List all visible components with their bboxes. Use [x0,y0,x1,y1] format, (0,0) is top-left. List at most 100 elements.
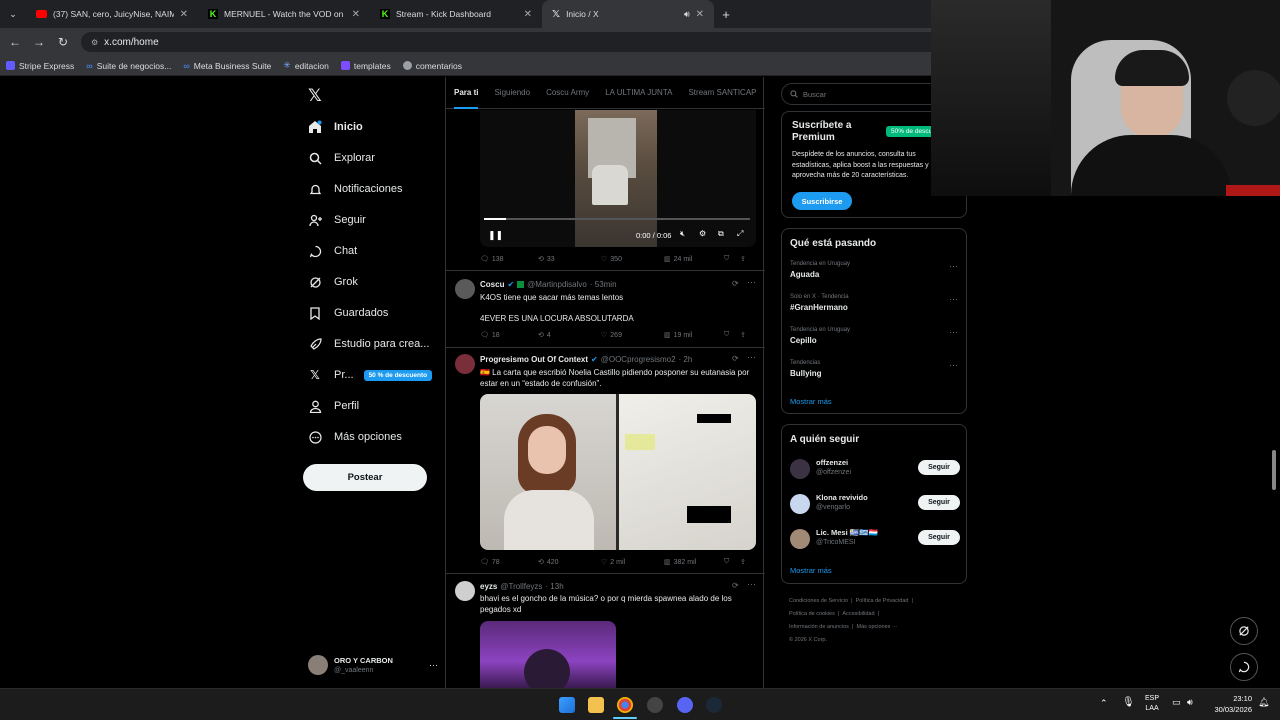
close-icon[interactable]: ✕ [352,9,360,20]
tweet-time[interactable]: · 2h [679,355,693,364]
nav-item-home[interactable]: Inicio [308,120,363,134]
follow-suggestion[interactable]: Klona revivido @vengarlo Seguir [790,492,960,514]
grok-icon[interactable]: ⟳ [732,581,739,590]
tweet[interactable]: Progresismo Out Of Context ✔ @OOCprogres… [446,348,765,568]
footer-link[interactable]: Política de Privacidad [856,598,909,604]
reply-button[interactable]: 🗨︎ 138 [480,255,538,264]
steam-icon[interactable] [706,697,722,713]
follow-suggestion[interactable]: offzenzei @offzenzei Seguir [790,457,960,479]
windows-start-icon[interactable] [559,697,575,713]
nav-item-more[interactable]: Más opciones [308,430,402,444]
microphone-icon[interactable]: 🎙︎ [1122,697,1135,708]
bookmark-business-suite[interactable]: ∞ Suite de negocios... [86,61,171,71]
network-icon[interactable]: ▭ [1172,697,1181,708]
like-button[interactable]: ♡ 2 mil [601,558,664,567]
browser-tab-kick-vod[interactable]: K MERNUEL - Watch the VOD on ✕ [198,0,370,28]
volume-icon[interactable]: 🔊︎ [1187,697,1193,708]
avatar[interactable] [455,279,475,299]
browser-tab-kick-dashboard[interactable]: K Stream - Kick Dashboard ✕ [370,0,542,28]
pip-icon[interactable]: ⧉ [718,229,724,239]
more-dots-icon[interactable]: ··· [747,579,756,589]
bookmark-button[interactable]: ⛉ [724,255,740,263]
scrollbar-thumb[interactable] [1272,450,1276,490]
tweet-media[interactable] [480,621,616,688]
forward-icon[interactable]: → [27,35,51,49]
nav-item-profile[interactable]: Perfil [308,399,359,413]
nav-item-chat[interactable]: Chat [308,244,357,258]
follow-suggestion[interactable]: Lic. Mesi 🇺🇾🇬🇷🇱🇺 @TricoMESI Seguir [790,527,960,549]
reload-icon[interactable]: ↻ [51,35,75,49]
close-icon[interactable]: ✕ [524,9,532,20]
footer-link[interactable]: Accesibilidad [842,611,874,617]
show-more-link[interactable]: Mostrar más [790,397,832,406]
nav-item-creator-studio[interactable]: Estudio para crea... [308,337,429,351]
browser-tab-x[interactable]: 𝕏 Inicio / X 🔊︎ ✕ [542,0,714,28]
more-dots-icon[interactable]: ··· [949,261,958,271]
speaker-icon[interactable]: 🔊︎ [684,9,690,20]
tweet-media[interactable] [480,394,756,550]
views-button[interactable]: ▥ 382 mil [664,558,724,567]
tab-coscu-army[interactable]: Coscu Army [538,77,597,109]
follow-button[interactable]: Seguir [918,495,960,510]
close-icon[interactable]: ✕ [180,9,188,20]
repost-button[interactable]: ⟲ 33 [538,255,601,264]
views-button[interactable]: ▥ 19 mil [664,331,724,340]
fullscreen-icon[interactable]: ⤢ [737,229,743,239]
follow-button[interactable]: Seguir [918,530,960,545]
subscribe-button[interactable]: Suscribirse [792,192,852,210]
chrome-icon[interactable] [617,697,633,713]
tab-stream-santicap[interactable]: Stream SANTICAP [680,77,764,109]
tweet[interactable]: eyzs @Trollfeyzs · 13h ⟳ ··· bhavi es el… [446,574,765,688]
trend-item[interactable]: Tendencias Bullying ··· [790,360,958,386]
grok-icon[interactable]: ⟳ [732,279,739,288]
settings-icon[interactable]: ⚙ [699,229,706,238]
file-explorer-icon[interactable] [588,697,604,713]
reply-button[interactable]: 🗨︎ 18 [480,331,538,340]
notification-icon[interactable]: 🔔︎ [1258,697,1269,708]
nav-item-grok[interactable]: Grok [308,275,358,289]
x-logo-icon[interactable]: 𝕏 [308,86,322,106]
url-field[interactable]: ⚙ x.com/home [81,32,941,52]
trend-item[interactable]: Tendencia en Uruguay Cepillo ··· [790,327,958,353]
trend-item[interactable]: Tendencia en Uruguay Aguada ··· [790,261,958,287]
footer-link[interactable]: Información de anuncios [789,624,849,630]
follow-button[interactable]: Seguir [918,460,960,475]
grok-icon[interactable]: ⟳ [732,354,739,363]
pause-icon[interactable]: ❚❚ [488,230,503,241]
trend-item[interactable]: Solo en X · Tendencia #GranHermano ··· [790,294,958,320]
repost-button[interactable]: ⟲ 4 [538,331,601,340]
tab-la-ultima-junta[interactable]: LA ULTIMA JUNTA [597,77,680,109]
close-icon[interactable]: ✕ [696,9,704,20]
clock[interactable]: 23:10 30/03/2026 [1208,693,1252,715]
language-indicator[interactable]: ESP LAA [1145,694,1159,714]
new-tab-button[interactable]: + [714,7,738,22]
nav-item-explore[interactable]: Explorar [308,151,375,165]
tweet-time[interactable]: · 53min [590,280,617,289]
show-more-link[interactable]: Mostrar más [790,566,832,575]
account-switcher[interactable]: ORO Y CARBON @_vaaleenn ··· [308,651,438,679]
bookmark-button[interactable]: ⛉ [724,558,740,566]
nav-item-bookmarks[interactable]: Guardados [308,306,388,320]
post-button[interactable]: Postear [303,464,427,491]
mute-icon[interactable]: 🔇︎ [680,229,685,239]
like-button[interactable]: ♡ 350 [601,255,664,264]
more-dots-icon[interactable]: ··· [949,327,958,337]
browser-tab-youtube[interactable]: (37) SAN, cero, JuicyNise, NAIM ✕ [26,0,198,28]
tweet-handle[interactable]: @Martinpdisalvo [527,280,587,289]
chevron-up-icon[interactable]: ⌃ [1100,698,1108,709]
tweet-time[interactable]: · 13h [545,582,563,591]
bookmark-editacion[interactable]: ✳ editacion [283,60,329,71]
tweet-handle[interactable]: @OOCprogresismo2 [601,355,676,364]
share-button[interactable]: ⇪ [740,331,746,339]
nav-item-notifications[interactable]: Notificaciones [308,182,402,196]
tab-following[interactable]: Siguiendo [486,77,538,109]
nav-item-premium[interactable]: 𝕏 Pr... 50 % de descuento [308,368,433,382]
avatar[interactable] [455,354,475,374]
more-dots-icon[interactable]: ··· [747,277,756,287]
tab-search-icon[interactable]: ⌄ [0,9,26,20]
footer-link[interactable]: Condiciones de Servicio [789,598,848,604]
site-info-icon[interactable]: ⚙ [91,38,98,47]
share-button[interactable]: ⇪ [740,558,746,566]
nav-item-follow[interactable]: Seguir [308,213,366,227]
tweet-author[interactable]: Coscu [480,280,504,289]
